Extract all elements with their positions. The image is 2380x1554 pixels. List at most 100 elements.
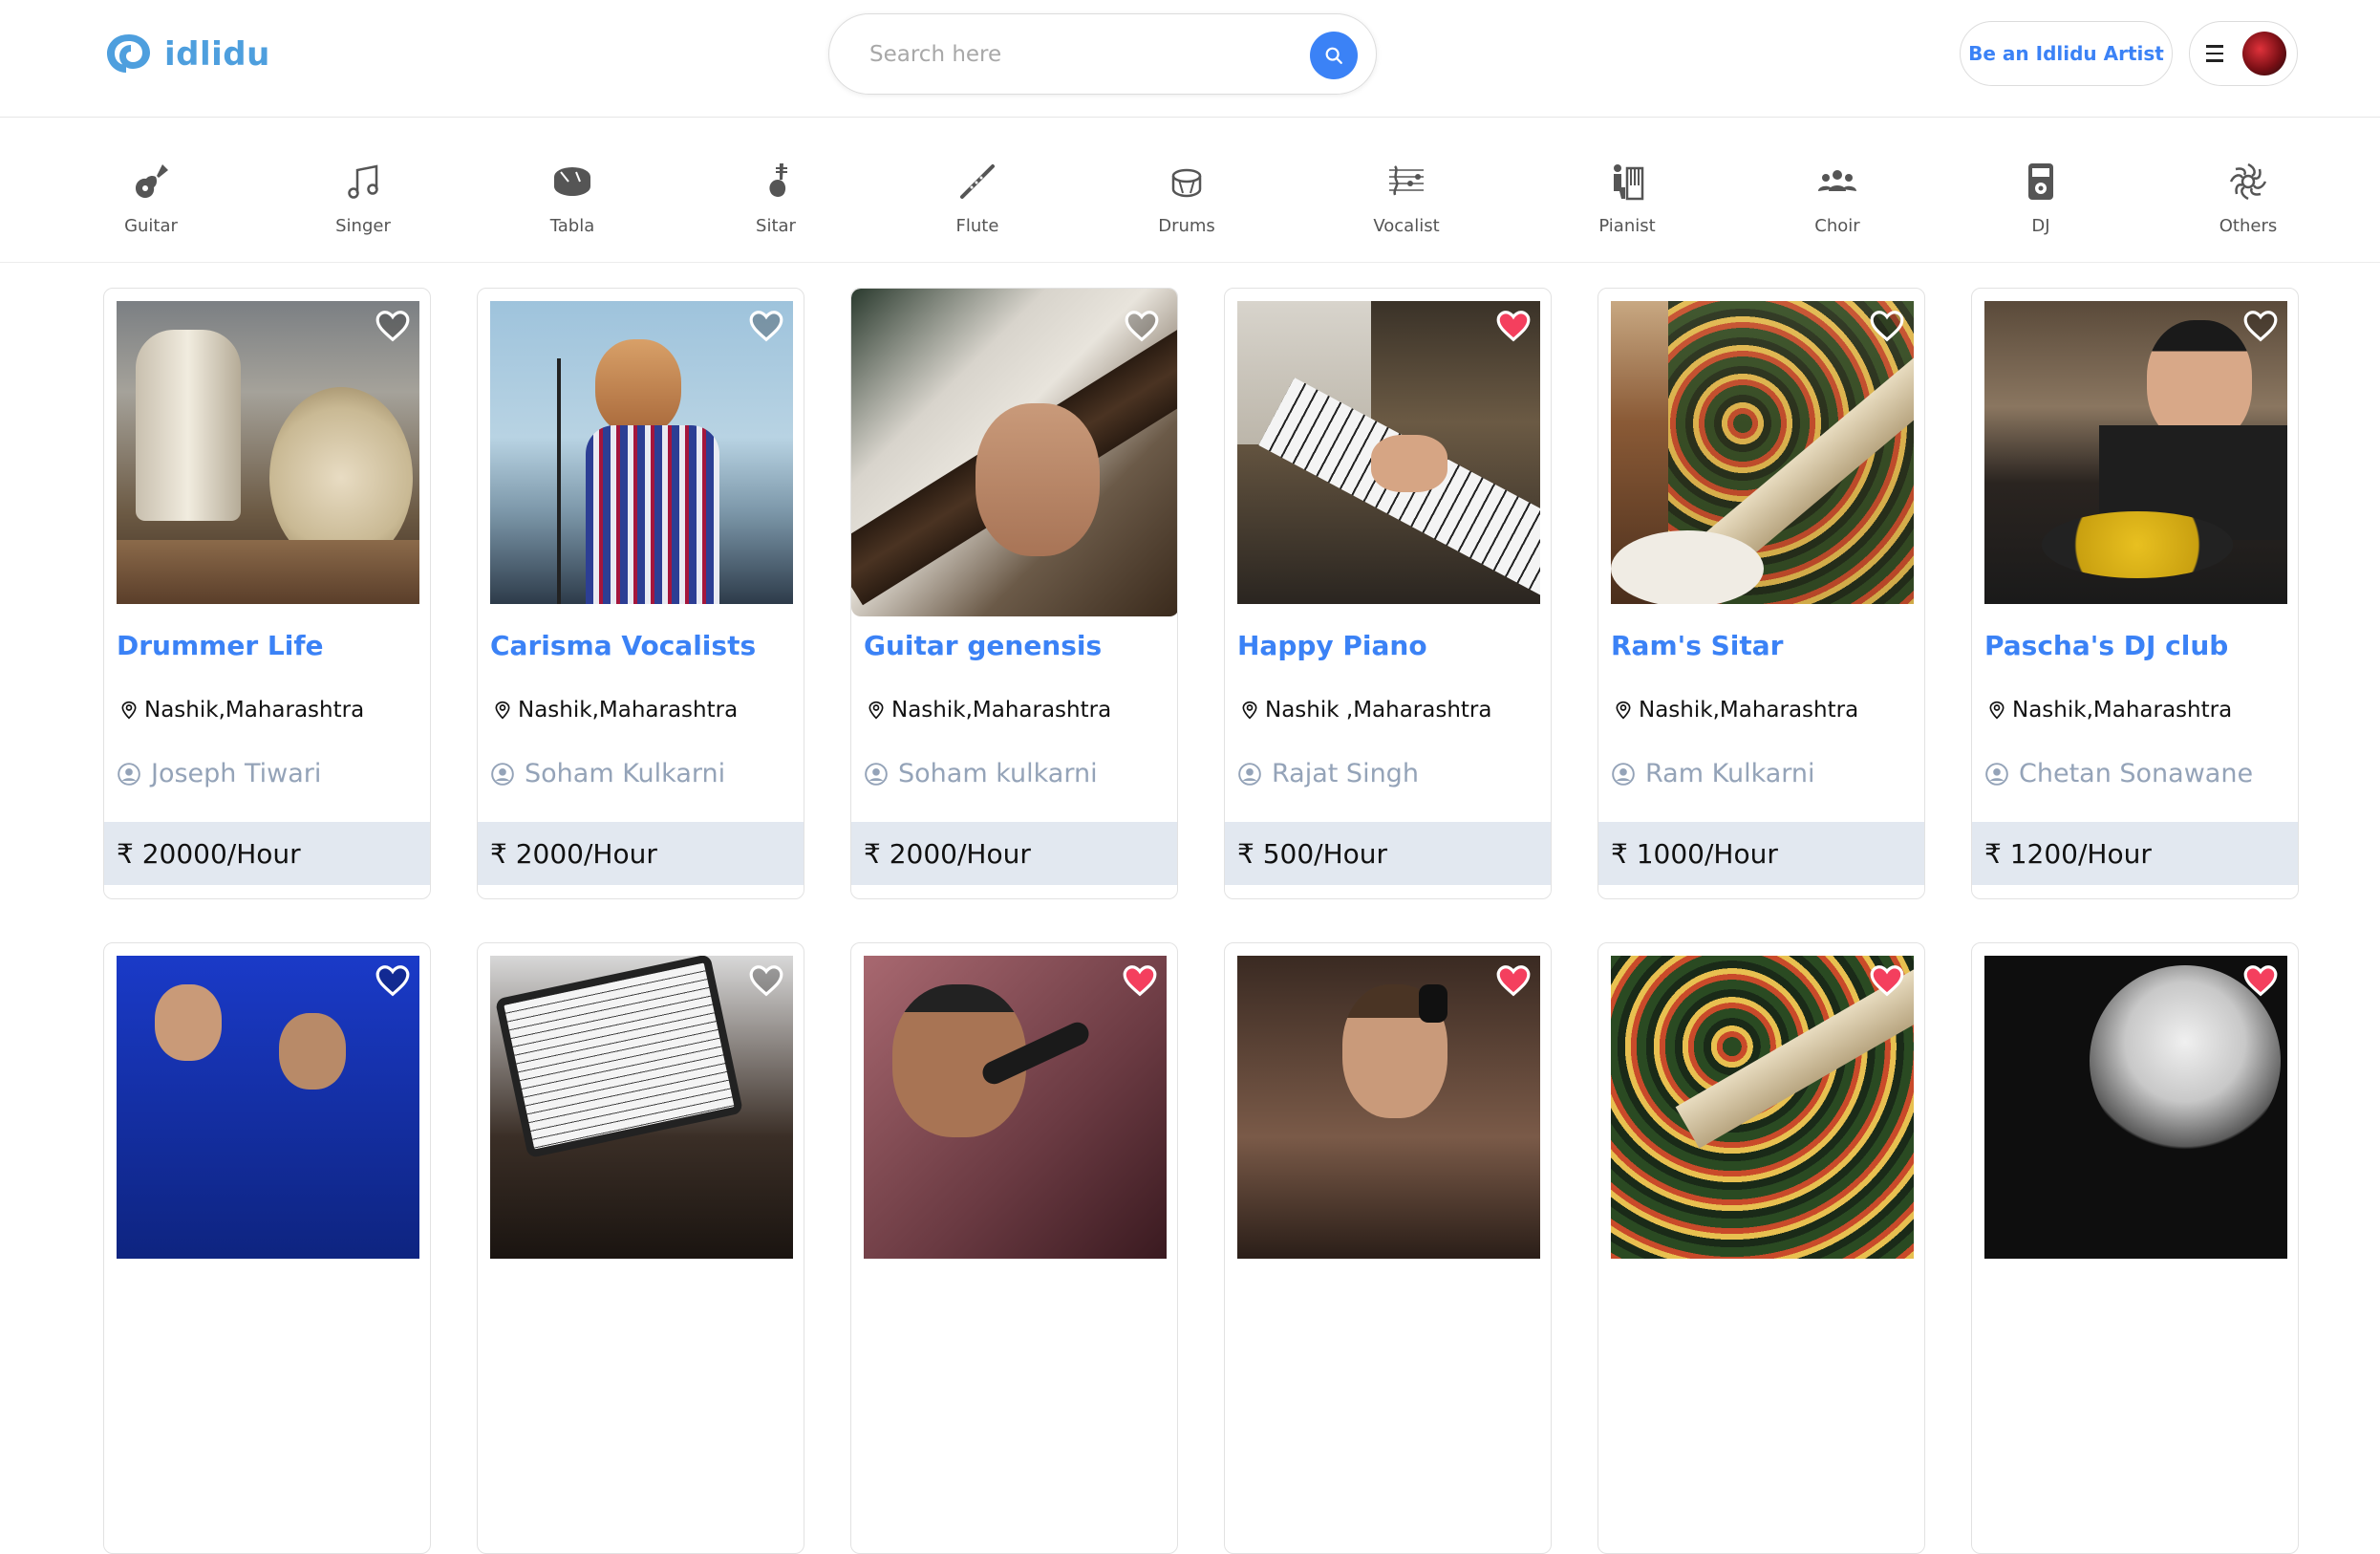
search-icon [1325, 47, 1342, 64]
category-label: Flute [955, 216, 999, 236]
listing-card[interactable] [103, 942, 431, 1554]
listing-owner: Chetan Sonawane [1984, 759, 2253, 788]
listing-title[interactable]: Drummer Life [117, 630, 324, 661]
listing-card[interactable] [1597, 942, 1925, 1554]
favorite-heart-icon[interactable] [375, 308, 411, 344]
dj-turntable-photo [1984, 301, 2287, 604]
listing-card[interactable]: Guitar genensis Nashik,Maharashtra Soham… [850, 288, 1178, 899]
favorite-heart-icon[interactable] [1122, 962, 1158, 999]
user-circle-icon [1612, 762, 1635, 786]
listing-title[interactable]: Guitar genensis [864, 630, 1102, 661]
be-an-artist-button[interactable]: Be an Idlidu Artist [1960, 21, 2173, 86]
listing-card[interactable] [1971, 942, 2299, 1554]
avatar [2242, 32, 2286, 76]
flute-icon [960, 164, 995, 199]
category-singer[interactable]: Singer [296, 161, 430, 236]
favorite-heart-icon[interactable] [748, 962, 784, 999]
category-vocalist[interactable]: Vocalist [1340, 161, 1473, 236]
listing-title[interactable]: Happy Piano [1237, 630, 1427, 661]
listing-location: Nashik,Maharashtra [119, 698, 364, 723]
location-pin-icon [495, 701, 510, 720]
sheet-music-icon [1389, 165, 1424, 196]
listing-location: Nashik,Maharashtra [1614, 698, 1858, 723]
listing-card[interactable]: Ram's Sitar Nashik,Maharashtra Ram Kulka… [1597, 288, 1925, 899]
favorite-heart-icon[interactable] [2242, 308, 2279, 344]
category-tabla[interactable]: Tabla [505, 161, 639, 236]
search-input[interactable] [869, 41, 1280, 67]
favorite-heart-icon[interactable] [1495, 962, 1532, 999]
listing-card[interactable] [1224, 942, 1552, 1554]
brand-logo[interactable]: idlidu [103, 31, 270, 78]
category-label: Vocalist [1373, 216, 1440, 236]
listing-title[interactable]: Pascha's DJ club [1984, 630, 2228, 661]
drum-icon [1171, 168, 1202, 198]
category-sitar[interactable]: Sitar [709, 161, 843, 236]
music-note-icon [348, 164, 378, 199]
category-dj[interactable]: DJ [1974, 161, 2108, 236]
location-text: Nashik,Maharashtra [144, 698, 365, 723]
logo-icon [107, 34, 150, 73]
owner-name: Rajat Singh [1272, 759, 1419, 788]
favorite-heart-icon[interactable] [1124, 308, 1160, 344]
owner-name: Chetan Sonawane [2019, 759, 2254, 788]
category-pianist[interactable]: Pianist [1560, 161, 1694, 236]
category-label: Others [2219, 216, 2278, 236]
tabla-icon [554, 167, 590, 196]
singer-on-stage-photo [490, 301, 793, 604]
listing-card[interactable] [850, 942, 1178, 1554]
sheet-music-tablet-photo [490, 956, 793, 1259]
location-pin-icon [121, 701, 137, 720]
listing-card[interactable] [477, 942, 804, 1554]
listing-owner: Ram Kulkarni [1611, 759, 1815, 788]
listing-price: ₹ 1200/Hour [1972, 822, 2298, 885]
location-pin-icon [1616, 701, 1631, 720]
sitar-player-photo [1611, 301, 1914, 604]
category-choir[interactable]: Choir [1770, 161, 1904, 236]
singer-microphone-photo [864, 956, 1167, 1259]
guitar-icon [136, 164, 168, 198]
location-pin-icon [1242, 701, 1257, 720]
category-label: Guitar [124, 216, 178, 236]
category-flute[interactable]: Flute [911, 161, 1044, 236]
brand-name: idlidu [164, 35, 270, 74]
choir-icon [1818, 170, 1856, 191]
category-label: Singer [335, 216, 391, 236]
search-button[interactable] [1310, 32, 1358, 79]
location-text: Nashik,Maharashtra [2012, 698, 2233, 723]
listing-owner: Rajat Singh [1237, 759, 1419, 788]
category-others[interactable]: Others [2181, 161, 2315, 236]
listing-title[interactable]: Carisma Vocalists [490, 630, 756, 661]
favorite-heart-icon[interactable] [748, 308, 784, 344]
hamburger-icon [2206, 45, 2223, 62]
listing-card[interactable]: Happy Piano Nashik ,Maharashtra Rajat Si… [1224, 288, 1552, 899]
category-label: DJ [2031, 216, 2050, 236]
location-text: Nashik,Maharashtra [1639, 698, 1859, 723]
listing-card[interactable]: Carisma Vocalists Nashik,Maharashtra Soh… [477, 288, 804, 899]
listing-card[interactable]: Drummer Life Nashik,Maharashtra Joseph T… [103, 288, 431, 899]
location-pin-icon [1989, 701, 2005, 720]
category-bar: Guitar Singer Tabla Sitar Flute Drums Vo… [0, 118, 2380, 263]
category-label: Drums [1158, 216, 1215, 236]
user-circle-icon [118, 762, 140, 786]
listing-price: ₹ 2000/Hour [478, 822, 804, 885]
favorite-heart-icon[interactable] [375, 962, 411, 999]
category-drums[interactable]: Drums [1120, 161, 1254, 236]
listing-location: Nashik,Maharashtra [1987, 698, 2232, 723]
category-guitar[interactable]: Guitar [84, 161, 218, 236]
category-label: Sitar [756, 216, 796, 236]
listing-price: ₹ 1000/Hour [1598, 822, 1924, 885]
dj-icon [2028, 163, 2053, 200]
location-text: Nashik,Maharashtra [891, 698, 1112, 723]
listing-title[interactable]: Ram's Sitar [1611, 630, 1783, 661]
favorite-heart-icon[interactable] [1869, 308, 1905, 344]
user-menu-button[interactable] [2189, 21, 2298, 86]
user-circle-icon [491, 762, 514, 786]
favorite-heart-icon[interactable] [2242, 962, 2279, 999]
favorite-heart-icon[interactable] [1869, 962, 1905, 999]
sitar-closeup-photo [1611, 956, 1914, 1259]
favorite-heart-icon[interactable] [1495, 308, 1532, 344]
owner-name: Soham kulkarni [898, 759, 1098, 788]
owner-name: Ram Kulkarni [1645, 759, 1815, 788]
listing-card[interactable]: Pascha's DJ club Nashik,Maharashtra Chet… [1971, 288, 2299, 899]
pianist-icon [1614, 164, 1644, 201]
